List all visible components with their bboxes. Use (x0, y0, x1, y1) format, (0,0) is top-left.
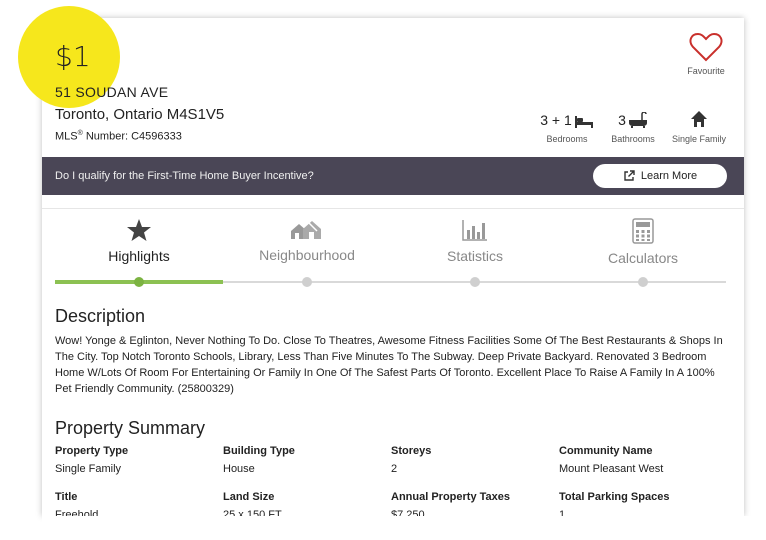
summary-label: Storeys (391, 445, 432, 457)
address-line-2: Toronto, Ontario M4S1V5 (55, 106, 225, 123)
tab-indicator-dot (470, 277, 480, 287)
bathtub-icon (628, 112, 647, 128)
learn-more-button[interactable]: Learn More (593, 164, 727, 188)
summary-value: 2 (391, 463, 398, 475)
summary-label: Community Name (559, 445, 653, 457)
mls-number: MLS® Number: C4596333 (55, 130, 182, 143)
bar-chart-icon (462, 220, 487, 241)
summary-label: Building Type (223, 445, 295, 457)
tab-indicator-dot (134, 277, 144, 287)
star-icon (127, 219, 151, 241)
card-clip (42, 516, 766, 540)
summary-label: Land Size (223, 491, 275, 503)
divider (42, 208, 744, 209)
feature-building-type: Single Family (668, 108, 730, 144)
heart-outline-icon (689, 32, 723, 62)
external-link-icon (624, 170, 635, 181)
banner-text: Do I qualify for the First-Time Home Buy… (55, 170, 314, 182)
summary-label: Total Parking Spaces (559, 491, 670, 503)
tab-statistics[interactable]: Statistics (391, 218, 559, 264)
description-body: Wow! Yonge & Eglinton, Never Nothing To … (55, 335, 723, 395)
calculator-icon (632, 218, 654, 244)
tab-calculators[interactable]: Calculators (559, 218, 727, 266)
tab-highlights[interactable]: Highlights (55, 218, 223, 264)
listing-price: $1 (55, 40, 91, 73)
tab-indicator-dot (638, 277, 648, 287)
summary-value: House (223, 463, 255, 475)
feature-bedrooms: 3 + 1 Bedrooms (540, 108, 594, 144)
tab-neighbourhood[interactable]: Neighbourhood (223, 217, 391, 263)
summary-label: Title (55, 491, 78, 503)
house-icon (691, 111, 707, 127)
neighbourhood-icon (291, 221, 321, 239)
bed-icon (574, 116, 593, 128)
summary-label: Property Type (55, 445, 129, 457)
incentive-banner: Do I qualify for the First-Time Home Buy… (42, 157, 744, 195)
summary-value: Mount Pleasant West (559, 463, 664, 475)
property-summary-title: Property Summary (55, 418, 206, 438)
feature-bathrooms: 3 Bathrooms (611, 112, 655, 144)
favourite-label: Favourite (687, 66, 725, 76)
description-title: Description (55, 306, 146, 326)
address-line-1: 51 SOUDAN AVE (55, 84, 169, 100)
summary-label: Annual Property Taxes (391, 491, 510, 503)
tab-indicator-dot (302, 277, 312, 287)
summary-value: Single Family (55, 463, 122, 475)
favourite-button[interactable]: Favourite (684, 32, 728, 76)
